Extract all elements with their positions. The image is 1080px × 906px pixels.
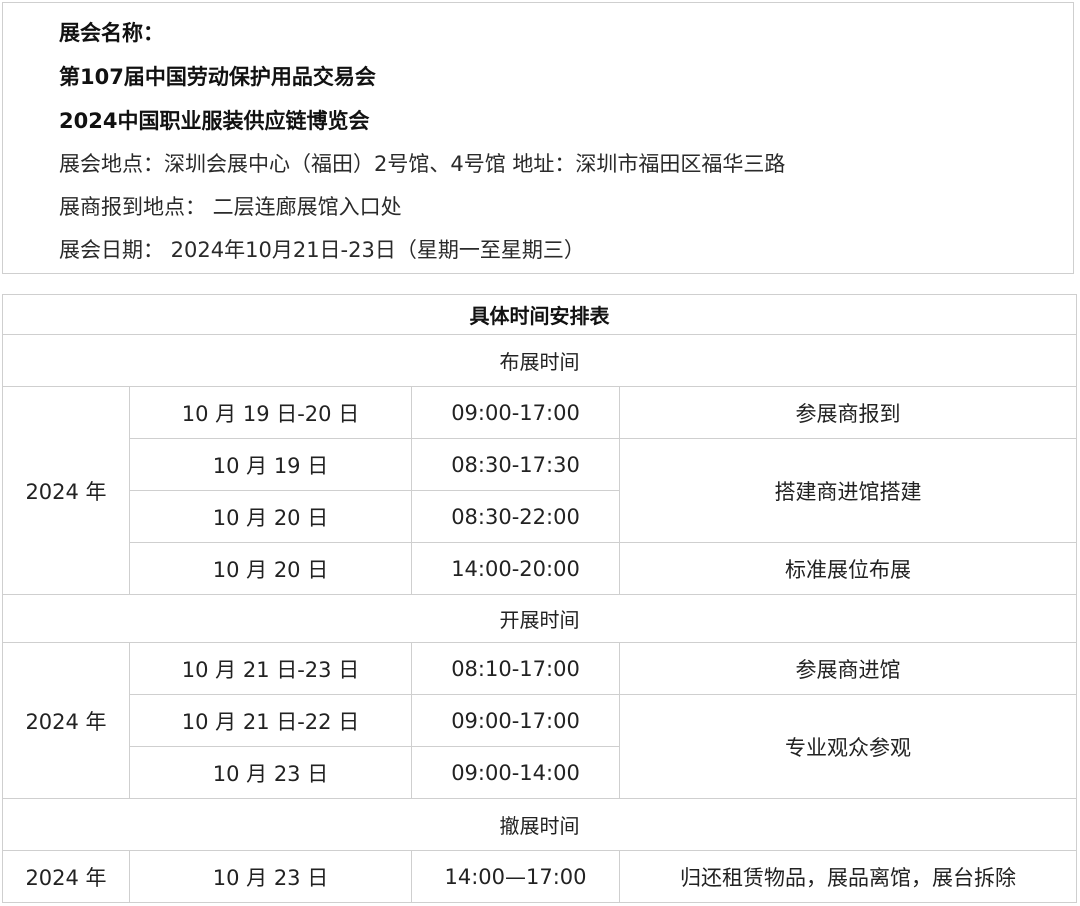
time-cell: 09:00-17:00 [411,694,620,747]
time-cell: 09:00-14:00 [411,746,620,799]
table-row: 10 月 21 日-22 日 09:00-17:00 专业观众参观 [3,694,1077,799]
activity-cell: 参展商报到 [619,386,1077,439]
exhibition-location: 展会地点：深圳会展中心（福田）2号馆、4号馆 地址：深圳市福田区福华三路 [59,152,786,176]
date-cell: 10 月 20 日 [129,542,412,595]
date-cell: 10 月 19 日 [129,438,412,491]
date-cell: 10 月 21 日-22 日 [129,694,412,747]
time-cell: 08:30-17:30 [411,438,620,491]
date-cell: 10 月 20 日 [129,490,412,543]
checkin-location: 展商报到地点： 二层连廊展馆入口处 [59,195,402,219]
activity-cell: 归还租赁物品，展品离馆，展台拆除 [619,850,1077,903]
time-cell: 08:10-17:00 [411,642,620,695]
section-header-setup: 布展时间 [2,334,1077,387]
table-row: 10 月 19 日 08:30-17:30 搭建商进馆搭建 [3,438,1077,543]
exhibition-info-box: 展会名称： 第107届中国劳动保护用品交易会 2024中国职业服装供应链博览会 … [2,2,1074,274]
date-cell: 10 月 23 日 [129,746,412,799]
time-cell: 14:00-20:00 [411,542,620,595]
activity-cell: 参展商进馆 [619,642,1077,695]
section-row-open: 开展时间 [2,594,1077,643]
time-cell: 09:00-17:00 [411,386,620,439]
activity-cell: 专业观众参观 [619,694,1077,799]
schedule-table: 具体时间安排表 布展时间 2024 年 10 月 19 日-20 日 09:00… [2,294,1077,903]
section-header-open: 开展时间 [2,594,1077,643]
exhibition-name-line1: 第107届中国劳动保护用品交易会 [59,65,376,89]
table-row: 2024 年 10 月 19 日-20 日 09:00-17:00 参展商报到 [2,386,1077,595]
exhibition-name-line2: 2024中国职业服装供应链博览会 [59,109,370,133]
year-cell: 2024 年 [2,642,130,799]
year-cell: 2024 年 [2,850,130,903]
activity-cell: 标准展位布展 [619,542,1077,595]
section-header-teardown: 撤展时间 [2,798,1077,851]
activity-cell: 搭建商进馆搭建 [619,438,1077,543]
time-cell: 14:00—17:00 [411,850,620,903]
exhibition-date: 展会日期： 2024年10月21日-23日（星期一至星期三） [59,238,585,262]
table-row: 10 月 20 日 14:00-20:00 标准展位布展 [3,542,1077,595]
exhibition-name-label: 展会名称： [59,21,164,45]
schedule-title: 具体时间安排表 [2,294,1077,335]
table-row: 2024 年 10 月 23 日 14:00—17:00 归还租赁物品，展品离馆… [2,850,1077,903]
date-cell: 10 月 21 日-23 日 [129,642,412,695]
date-cell: 10 月 23 日 [129,850,412,903]
table-row: 2024 年 10 月 21 日-23 日 08:10-17:00 参展商进馆 [2,642,1077,799]
time-cell: 08:30-22:00 [411,490,620,543]
section-row-setup: 布展时间 [2,334,1077,387]
year-cell: 2024 年 [2,386,130,595]
date-cell: 10 月 19 日-20 日 [129,386,412,439]
section-row-teardown: 撤展时间 [2,798,1077,851]
table-title-row: 具体时间安排表 [2,294,1077,335]
